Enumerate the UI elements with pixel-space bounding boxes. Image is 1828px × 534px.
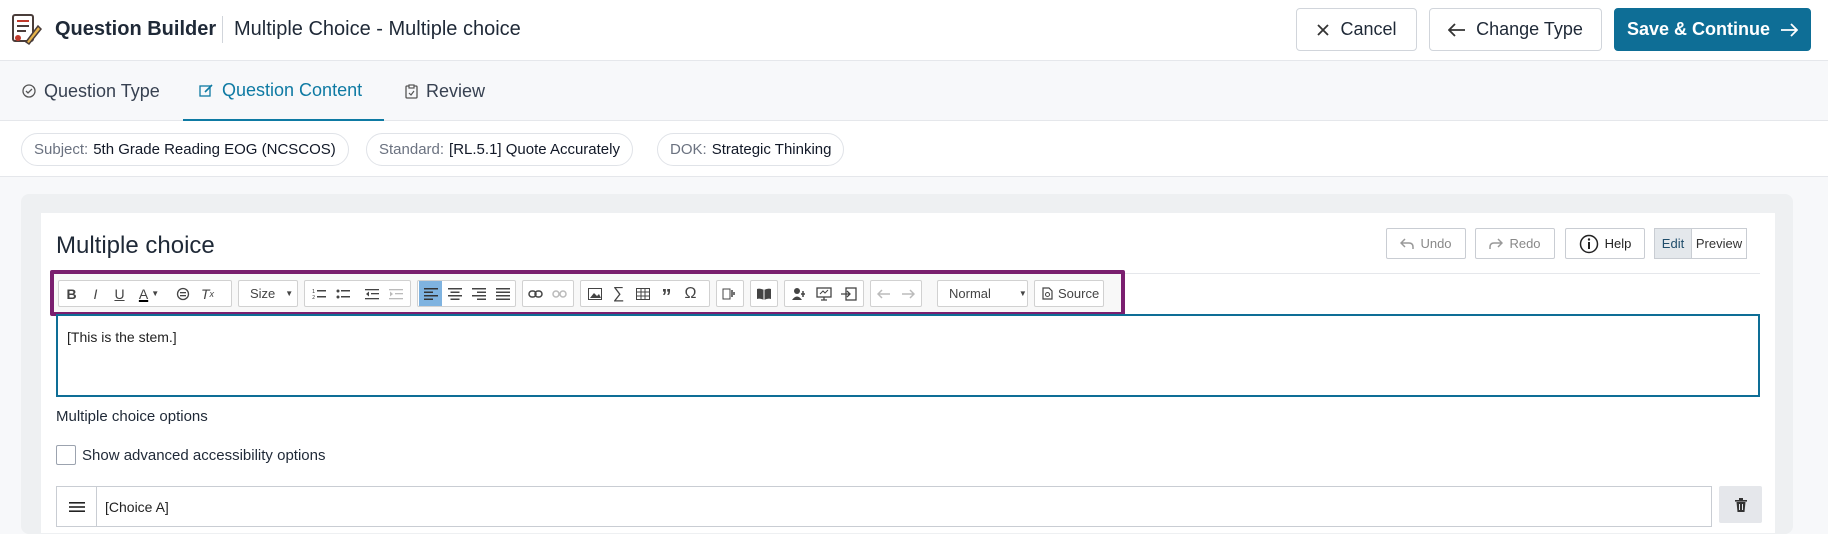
tab-review[interactable]: Review <box>405 61 485 121</box>
save-continue-label: Save & Continue <box>1626 19 1771 39</box>
metadata-chips: Subject: 5th Grade Reading EOG (NCSCOS) … <box>0 121 1828 177</box>
section-title: Multiple choice <box>56 232 215 259</box>
check-circle-icon <box>22 84 36 98</box>
accessibility-checkbox[interactable] <box>56 445 76 465</box>
edit-preview-toggle: Edit Preview <box>1654 228 1747 259</box>
info-icon <box>1579 234 1598 253</box>
cancel-label: Cancel <box>1340 19 1397 39</box>
chip-key: DOK: <box>670 141 707 158</box>
tab-question-content[interactable]: Question Content <box>183 61 384 121</box>
title-divider <box>222 16 223 43</box>
stem-text: [This is the stem.] <box>67 329 177 345</box>
tab-label: Question Type <box>44 80 160 101</box>
help-button[interactable]: Help <box>1565 228 1645 259</box>
tab-label: Question Content <box>222 79 363 100</box>
edit-mode-button[interactable]: Edit <box>1655 229 1692 258</box>
chip-value: 5th Grade Reading EOG (NCSCOS) <box>93 141 336 158</box>
dok-chip: DOK: Strategic Thinking <box>657 133 845 166</box>
redo-label: Redo <box>1509 236 1541 251</box>
toolbar-highlight-frame <box>50 270 1125 316</box>
tab-label: Review <box>426 80 486 101</box>
cancel-button[interactable]: Cancel <box>1296 8 1417 51</box>
trash-icon <box>1734 497 1747 512</box>
question-builder-logo-icon <box>10 12 43 46</box>
arrow-left-icon <box>1448 22 1466 37</box>
top-bar: Question Builder Multiple Choice - Multi… <box>0 0 1828 61</box>
drag-handle-icon[interactable] <box>57 487 97 526</box>
tab-question-type[interactable]: Question Type <box>22 61 160 121</box>
choice-row: [Choice A] <box>56 486 1712 527</box>
arrow-right-icon <box>1781 22 1799 37</box>
edit-icon <box>199 83 213 97</box>
change-type-button[interactable]: Change Type <box>1429 8 1602 51</box>
redo-icon <box>1489 237 1504 249</box>
chip-value: [RL.5.1] Quote Accurately <box>449 141 620 158</box>
help-label: Help <box>1604 236 1632 251</box>
choice-input[interactable]: [Choice A] <box>105 499 169 515</box>
close-icon <box>1317 23 1330 36</box>
options-label: Multiple choice options <box>56 408 208 425</box>
subject-chip: Subject: 5th Grade Reading EOG (NCSCOS) <box>21 133 349 166</box>
undo-icon <box>1400 237 1415 249</box>
clipboard-icon <box>405 83 418 99</box>
standard-chip: Standard: [RL.5.1] Quote Accurately <box>366 133 633 166</box>
chip-key: Subject: <box>34 141 89 158</box>
preview-mode-button[interactable]: Preview <box>1692 229 1746 258</box>
accessibility-label: Show advanced accessibility options <box>82 447 326 464</box>
stem-editor[interactable]: [This is the stem.] <box>56 314 1760 397</box>
chip-value: Strategic Thinking <box>711 141 832 158</box>
redo-button[interactable]: Redo <box>1475 228 1555 259</box>
step-tabs: Question Type Question Content Review <box>0 61 1828 121</box>
chip-key: Standard: <box>379 141 445 158</box>
save-continue-button[interactable]: Save & Continue <box>1614 8 1811 51</box>
change-type-label: Change Type <box>1476 19 1583 39</box>
delete-choice-button[interactable] <box>1719 486 1762 523</box>
undo-button[interactable]: Undo <box>1386 228 1466 259</box>
app-title: Question Builder <box>55 18 217 40</box>
undo-label: Undo <box>1420 236 1452 251</box>
document-title: Multiple Choice - Multiple choice <box>234 18 521 40</box>
